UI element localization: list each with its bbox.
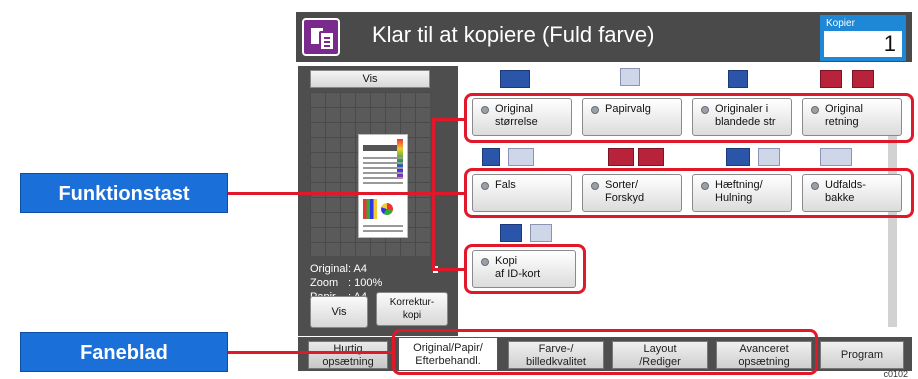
paper-select-icon bbox=[620, 68, 640, 86]
korrektur-kopi-button[interactable]: Korrektur- kopi bbox=[376, 292, 448, 326]
document-preview bbox=[358, 134, 408, 238]
fold-icon bbox=[482, 148, 500, 166]
faneblad-label: Faneblad bbox=[20, 332, 228, 372]
info-original: Original: A4 bbox=[310, 263, 450, 275]
original-orientation-icon-2 bbox=[852, 70, 874, 88]
connector-faneblad bbox=[228, 351, 392, 354]
preview-area bbox=[310, 92, 430, 256]
original-size-icon bbox=[500, 70, 530, 88]
info-zoom: Zoom: 100% bbox=[310, 277, 383, 289]
connector-funktionstast bbox=[228, 192, 464, 195]
original-orientation-icon bbox=[820, 70, 842, 88]
copies-label: Kopier bbox=[826, 18, 855, 29]
id-card-icon-2 bbox=[530, 224, 552, 242]
mixed-originals-icon bbox=[728, 70, 748, 88]
highlight-row3 bbox=[464, 244, 586, 294]
highlight-row2 bbox=[464, 168, 914, 218]
fold-icon-2 bbox=[508, 148, 534, 166]
sort-icon-2 bbox=[638, 148, 664, 166]
status-title: Klar til at kopiere (Fuld farve) bbox=[372, 22, 655, 47]
staple-icon-2 bbox=[758, 148, 780, 166]
tab-hurtig-opsaetning[interactable]: Hurtig opsætning bbox=[308, 341, 388, 369]
connector-row3 bbox=[432, 268, 464, 271]
id-card-icon bbox=[500, 224, 522, 242]
highlight-row1 bbox=[464, 93, 914, 143]
scrollbar[interactable] bbox=[888, 132, 897, 327]
copies-value[interactable]: 1 bbox=[824, 31, 902, 57]
tab-program[interactable]: Program bbox=[820, 341, 904, 369]
copy-app-icon bbox=[302, 18, 340, 56]
highlight-tabs bbox=[392, 329, 818, 375]
connector-row1 bbox=[432, 118, 464, 121]
copies-field[interactable]: Kopier 1 bbox=[820, 15, 906, 61]
vis-button[interactable]: Vis bbox=[310, 296, 368, 328]
output-tray-icon bbox=[820, 148, 852, 166]
staple-icon bbox=[726, 148, 750, 166]
sort-icon bbox=[608, 148, 634, 166]
preview-vis-tab[interactable]: Vis bbox=[310, 70, 430, 88]
funktionstast-label: Funktionstast bbox=[20, 173, 228, 213]
status-header: Klar til at kopiere (Fuld farve) Kopier … bbox=[296, 12, 912, 62]
